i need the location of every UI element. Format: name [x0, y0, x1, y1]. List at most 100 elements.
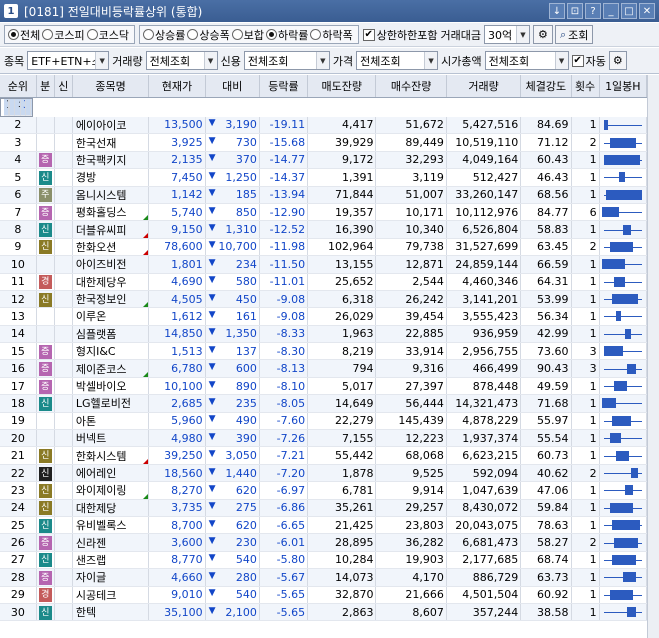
stock-name[interactable]: 한화시스템 [76, 450, 127, 463]
column-header[interactable]: 체결강도 [520, 75, 572, 98]
stock-name[interactable]: 신라젠 [76, 537, 106, 550]
table-row[interactable]: 1경남스틸3,355⬇1,435-29.962,421,04620,633,10… [0, 97, 34, 117]
table-row[interactable]: 27 신 샌즈랩 8,770 ▼ 540 -5.80 10,284 19,903 2,177,68… [0, 551, 648, 570]
column-header[interactable]: 등락률 [259, 75, 309, 98]
settings-tool-icon[interactable]: ⚙ [532, 25, 553, 44]
stock-name[interactable]: 와이제이링 [76, 484, 127, 497]
stock-name[interactable]: 이루온 [76, 310, 106, 323]
table-row[interactable]: 28 증 자이글 4,660 ▼ 280 -5.67 14,073 4,170 886,729 63… [0, 568, 648, 587]
table-row[interactable]: 30 신 한텍 35,100 ▼ 2,100 -5.65 2,863 8,607 357,244 3… [0, 603, 648, 622]
stock-name[interactable]: 시공테크 [76, 589, 116, 602]
maximize-icon[interactable]: □ [621, 3, 637, 19]
volume-select[interactable]: 전체조회 ▼ [145, 51, 218, 70]
download-icon[interactable]: ↓ [549, 3, 565, 19]
radio-fall-rate[interactable]: 하락률 [266, 27, 308, 43]
table-row[interactable]: 7 증 평화홀딩스 5,740 ▼ 850 -12.90 19,357 10,171 10,112… [0, 203, 648, 222]
table-row[interactable]: 8 신 더블유씨피 9,150 ▼ 1,310 -12.52 16,390 10,340 6,52… [0, 220, 648, 239]
vertical-scrollbar[interactable] [647, 75, 659, 638]
stock-name[interactable]: 형지I&C [76, 345, 116, 358]
include-limit-checkbox[interactable]: ✔ [362, 28, 375, 41]
table-row[interactable]: 21 신 한화시스템 39,250 ▼ 3,050 -7.21 55,442 68,068 6,6… [0, 446, 648, 465]
stock-name[interactable]: LG헬로비전 [76, 397, 131, 410]
column-header[interactable]: 분 [36, 75, 55, 98]
table-row[interactable]: 16 증 제이준코스 6,780 ▼ 600 -8.13 794 9,316 466,499 90.… [0, 359, 648, 378]
radio-fall-amount[interactable]: 하락폭 [310, 27, 353, 43]
stock-name[interactable]: 한화오션 [76, 241, 116, 254]
column-header[interactable]: 신 [54, 75, 73, 98]
gear-icon[interactable]: ⚙ [608, 51, 627, 70]
item-select[interactable]: ETF+ETN+스! ▼ [27, 51, 110, 70]
column-header[interactable]: 대비 [205, 75, 260, 98]
stock-name[interactable]: 아톤 [76, 415, 96, 428]
stock-name[interactable]: 평화홀딩스 [76, 206, 127, 219]
stock-name[interactable]: 샌즈랩 [76, 554, 106, 567]
table-row[interactable]: 12 신 한국정보인 4,505 ▼ 450 -9.08 6,318 26,242 3,141,2… [0, 290, 648, 309]
trade-amount-select[interactable]: 30억 ▼ [483, 25, 530, 44]
radio-rise-rate[interactable]: 상승률 [143, 27, 185, 43]
radio-flat[interactable]: 보합 [231, 27, 264, 43]
column-header[interactable]: 거래량 [446, 75, 522, 98]
table-row[interactable]: 10 아이즈비전 1,801 ▼ 234 -11.50 13,155 12,871 24,859… [0, 255, 648, 274]
table-row[interactable]: 14 심플랫폼 14,850 ▼ 1,350 -8.33 1,963 22,885 936,95… [0, 325, 648, 344]
stock-name[interactable]: 한국정보인 [76, 293, 127, 306]
table-row[interactable]: 29 경 시공테크 9,010 ▼ 540 -5.65 32,870 21,666 4,501,5… [0, 586, 648, 604]
table-row[interactable]: 5 신 경방 7,450 ▼ 1,250 -14.37 1,391 3,119 512,427 46… [0, 168, 648, 187]
table-row[interactable]: 19 아톤 5,960 ▼ 490 -7.60 22,279 145,439 4,878,229… [0, 412, 648, 431]
query-button[interactable]: ⌕ 조회 [554, 25, 594, 44]
stock-name[interactable]: 대한제당 [76, 502, 116, 515]
column-header[interactable]: 매도잔량 [307, 75, 377, 98]
table-row[interactable]: 17 증 박셀바이오 10,100 ▼ 890 -8.10 5,017 27,397 878,44… [0, 377, 648, 396]
table-row[interactable]: 23 신 와이제이링 8,270 ▼ 620 -6.97 6,781 9,914 1,047,63… [0, 481, 648, 500]
credit-select[interactable]: 전체조회 ▼ [243, 51, 330, 70]
stock-name[interactable]: 유비벨록스 [76, 519, 127, 532]
column-header[interactable]: 1일봉H [599, 75, 648, 98]
table-row[interactable]: 20 버넥트 4,980 ▼ 390 -7.26 7,155 12,223 1,937,374 5… [0, 429, 648, 448]
stock-name[interactable]: 에어레인 [76, 467, 116, 480]
stock-name[interactable]: 대한제당우 [76, 276, 127, 289]
table-row[interactable]: 11 경 대한제당우 4,690 ▼ 580 -11.01 25,652 2,544 4,460,… [0, 273, 648, 291]
minimize-icon[interactable]: _ [603, 3, 619, 19]
radio-rise-amount[interactable]: 상승폭 [187, 27, 230, 43]
stock-name[interactable]: 박셀바이오 [76, 380, 127, 393]
stock-name[interactable]: 자이글 [76, 571, 106, 584]
table-row[interactable]: 2 에이아이코 13,500 ▼ 3,190 -19.11 4,417 51,672 5,427… [0, 116, 648, 135]
table-row[interactable]: 22 신 에어레인 18,560 ▼ 1,440 -7.20 1,878 9,525 592,09… [0, 464, 648, 483]
stock-name[interactable]: 경방 [76, 171, 96, 184]
table-row[interactable]: 3 한국선재 3,925 ▼ 730 -15.68 39,929 89,449 10,519,1… [0, 133, 648, 152]
table-row[interactable]: 4 증 한국팩키지 2,135 ▼ 370 -14.77 9,172 32,293 4,049,1… [0, 151, 648, 170]
column-header[interactable]: 매수잔량 [375, 75, 447, 98]
stock-name[interactable]: 한국선재 [76, 137, 116, 150]
stock-name[interactable]: 한텍 [76, 606, 96, 619]
close-icon[interactable]: ✕ [639, 3, 655, 19]
column-header[interactable]: 종목명 [72, 75, 150, 98]
stock-name[interactable]: 심플랫폼 [76, 328, 116, 341]
column-header[interactable]: 순위 [0, 75, 37, 98]
table-row[interactable]: 24 신 대한제당 3,735 ▼ 275 -6.86 35,261 29,257 8,430,0… [0, 499, 648, 517]
price-select[interactable]: 전체조회 ▼ [356, 51, 439, 70]
stock-name[interactable]: 더블유씨피 [76, 224, 127, 237]
stock-name[interactable]: 에이아이코 [76, 119, 127, 132]
table-row[interactable]: 26 증 신라젠 3,600 ▼ 230 -6.01 28,895 36,282 6,681,47… [0, 533, 648, 552]
stock-name[interactable]: 아이즈비전 [76, 258, 127, 271]
help-icon[interactable]: ? [585, 3, 601, 19]
radio-market-all[interactable]: 전체 [8, 27, 40, 43]
table-row[interactable]: 25 신 유비벨록스 8,700 ▼ 620 -6.65 21,425 23,803 20,043… [0, 516, 648, 535]
radio-market-kospi[interactable]: 코스피 [42, 27, 85, 43]
stock-name[interactable]: 버넥트 [76, 432, 106, 445]
link-icon[interactable]: ⊡ [567, 3, 583, 19]
bid-volume-cell: 23,803 [375, 516, 447, 535]
stock-name[interactable]: 한국팩키지 [76, 154, 127, 167]
stock-name[interactable]: 옴니시스템 [76, 189, 127, 202]
marketcap-select[interactable]: 전체조회 ▼ [484, 51, 569, 70]
auto-checkbox[interactable]: ✔ [571, 54, 584, 67]
column-header[interactable]: 횟수 [571, 75, 600, 98]
table-row[interactable]: 9 신 한화오션 78,600 ▼ 10,700 -11.98 102,964 79,738 31… [0, 238, 648, 257]
table-row[interactable]: 13 이루온 1,612 ▼ 161 -9.08 26,029 39,454 3,555,423… [0, 307, 648, 326]
column-header[interactable]: 현재가 [148, 75, 206, 98]
stock-name[interactable]: 제이준코스 [76, 363, 127, 376]
table-row[interactable]: 15 증 형지I&C 1,513 ▼ 137 -8.30 8,219 33,914 2,956,7… [0, 342, 648, 361]
table-row[interactable]: 18 신 LG헬로비전 2,685 ▼ 235 -8.05 14,649 56,444 14,32… [0, 394, 648, 413]
stock-name[interactable]: 경남스틸 [18, 100, 20, 113]
table-row[interactable]: 6 주 옴니시스템 1,142 ▼ 185 -13.94 71,844 51,007 33,260… [0, 186, 648, 204]
radio-market-kosdaq[interactable]: 코스닥 [86, 27, 129, 43]
